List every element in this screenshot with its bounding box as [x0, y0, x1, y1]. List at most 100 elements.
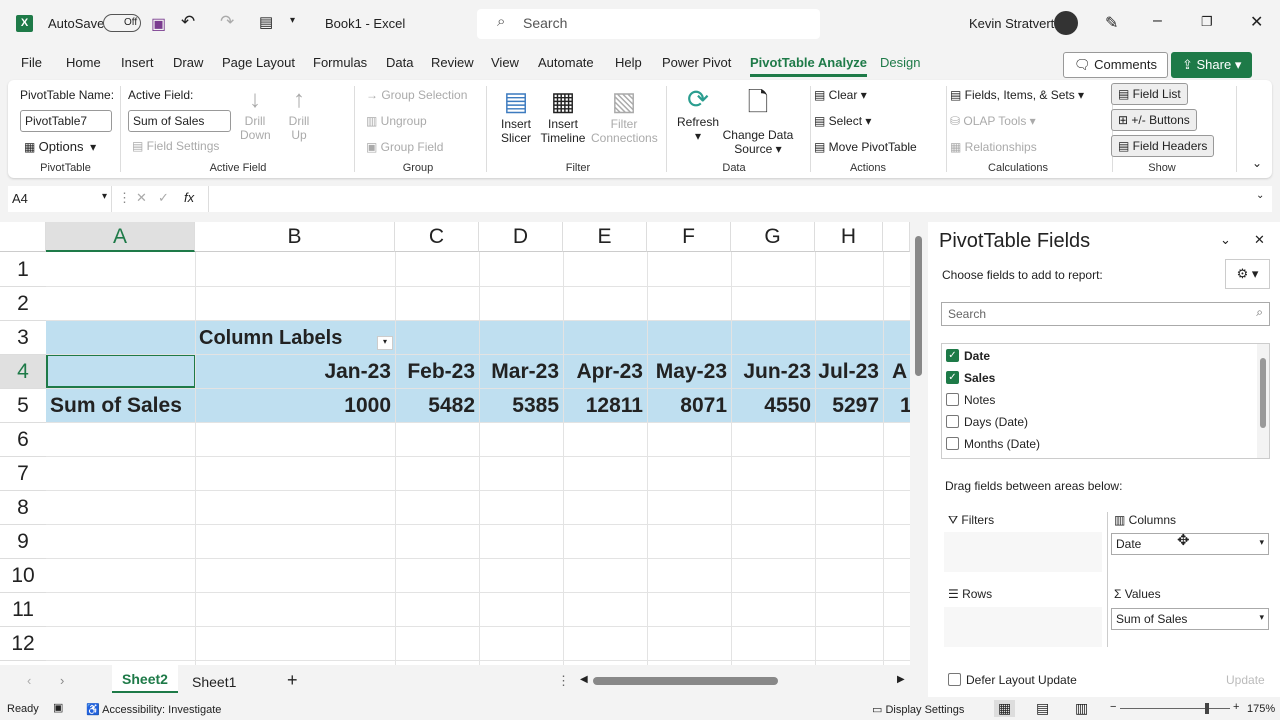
- zoom-slider[interactable]: [1120, 703, 1230, 714]
- select-all-corner[interactable]: [0, 222, 46, 252]
- name-box[interactable]: A4 ▾: [8, 186, 112, 212]
- minimize-icon[interactable]: –: [1153, 12, 1162, 30]
- tab-page-layout[interactable]: Page Layout: [222, 55, 295, 70]
- update-button[interactable]: Update: [1226, 673, 1265, 687]
- move-pivottable-button[interactable]: ▤ Move PivotTable: [814, 140, 917, 154]
- sheet-tab-sheet1[interactable]: Sheet1: [192, 674, 236, 690]
- column-header-b[interactable]: B: [195, 222, 395, 252]
- share-button[interactable]: ⇪ Share ▾: [1171, 52, 1253, 78]
- plus-minus-buttons-button[interactable]: ⊞ +/- Buttons: [1111, 109, 1197, 131]
- tab-design[interactable]: Design: [880, 55, 920, 70]
- ungroup-button[interactable]: ▥ Ungroup: [366, 114, 427, 128]
- filter-connections-button[interactable]: ▧ Filter Connections: [591, 86, 658, 145]
- row-header-2[interactable]: 2: [0, 287, 46, 321]
- page-break-view-icon[interactable]: ▥: [1075, 700, 1088, 717]
- active-field-input[interactable]: Sum of Sales: [128, 110, 231, 132]
- field-settings-button[interactable]: ▤ Field Settings: [132, 139, 219, 153]
- expand-formula-icon[interactable]: ⌄: [1256, 190, 1264, 201]
- pane-options-icon[interactable]: ⌄: [1220, 232, 1231, 248]
- values-item-sum-of-sales[interactable]: Sum of Sales ▾: [1111, 608, 1269, 630]
- row-header-9[interactable]: 9: [0, 525, 46, 559]
- tab-formulas[interactable]: Formulas: [313, 55, 367, 70]
- search-box[interactable]: ⌕ Search: [477, 9, 820, 39]
- next-sheet-icon[interactable]: ›: [60, 673, 64, 688]
- tab-power-pivot[interactable]: Power Pivot: [662, 55, 731, 70]
- vertical-scroll-thumb[interactable]: [915, 236, 922, 376]
- undo-icon[interactable]: ↶: [181, 12, 195, 32]
- scroll-left-icon[interactable]: ◀: [580, 674, 588, 685]
- group-field-button[interactable]: ▣ Group Field: [366, 140, 443, 154]
- field-headers-button[interactable]: ▤ Field Headers: [1111, 135, 1215, 157]
- tab-help[interactable]: Help: [615, 55, 642, 70]
- zoom-in-icon[interactable]: +: [1233, 701, 1239, 713]
- comments-button[interactable]: 🗨 Comments: [1063, 52, 1168, 78]
- tab-file[interactable]: File: [21, 55, 42, 70]
- prev-sheet-icon[interactable]: ‹: [27, 673, 31, 688]
- tab-draw[interactable]: Draw: [173, 55, 203, 70]
- pen-icon[interactable]: ✎: [1105, 13, 1118, 33]
- relationships-button[interactable]: ▦ Relationships: [950, 140, 1037, 154]
- column-header-d[interactable]: D: [479, 222, 563, 252]
- insert-function-icon[interactable]: fx: [184, 190, 194, 205]
- vertical-scrollbar[interactable]: [910, 222, 928, 665]
- add-sheet-icon[interactable]: +: [287, 670, 298, 691]
- active-cell-a4[interactable]: [46, 354, 196, 388]
- row-header-5[interactable]: 5: [0, 389, 46, 423]
- row-header-3[interactable]: 3: [0, 321, 46, 355]
- field-list-scrollbar[interactable]: [1257, 344, 1269, 458]
- row-header-10[interactable]: 10: [0, 559, 46, 593]
- field-checkbox-months-date-[interactable]: [946, 437, 959, 450]
- field-checkbox-notes[interactable]: [946, 393, 959, 406]
- rows-drop-area[interactable]: [944, 607, 1102, 647]
- column-labels-filter-icon[interactable]: ▾: [377, 336, 393, 350]
- row-header-1[interactable]: 1: [0, 253, 46, 287]
- accessibility-button[interactable]: ♿ Accessibility: Investigate: [86, 703, 221, 716]
- field-list-button[interactable]: ▤ Field List: [1111, 83, 1188, 105]
- defer-layout-checkbox[interactable]: [948, 673, 961, 686]
- columns-item-date[interactable]: Date ▾: [1111, 533, 1269, 555]
- fields-items-sets-button[interactable]: ▤ Fields, Items, & Sets ▾: [950, 88, 1084, 102]
- row-header-8[interactable]: 8: [0, 491, 46, 525]
- tab-automate[interactable]: Automate: [538, 55, 594, 70]
- redo-icon[interactable]: ↷: [220, 12, 234, 32]
- autosave-toggle[interactable]: Off: [103, 14, 141, 32]
- restore-icon[interactable]: ❐: [1201, 14, 1213, 30]
- filters-drop-area[interactable]: [944, 532, 1102, 572]
- worksheet-grid[interactable]: Column Labels ▾ Sum of Sales ABCDEFGH123…: [0, 222, 910, 665]
- row-header-6[interactable]: 6: [0, 423, 46, 457]
- customize-qat-icon[interactable]: ▾: [290, 15, 295, 26]
- pane-close-icon[interactable]: ✕: [1254, 232, 1265, 248]
- close-icon[interactable]: ✕: [1250, 12, 1263, 32]
- row-header-7[interactable]: 7: [0, 457, 46, 491]
- zoom-out-icon[interactable]: −: [1110, 701, 1116, 713]
- pivottable-name-input[interactable]: PivotTable7: [20, 110, 112, 132]
- column-header-e[interactable]: E: [563, 222, 647, 252]
- olap-tools-button[interactable]: ⛁ OLAP Tools ▾: [950, 114, 1036, 128]
- group-selection-button[interactable]: → Group Selection: [366, 88, 467, 102]
- zoom-level[interactable]: 175%: [1247, 703, 1275, 715]
- sheet-tab-sheet2[interactable]: Sheet2: [112, 665, 178, 693]
- drill-down-button[interactable]: ↓ Drill Down: [240, 86, 271, 142]
- field-checkbox-days-date-[interactable]: [946, 415, 959, 428]
- insert-timeline-button[interactable]: ▦ Insert Timeline: [540, 86, 586, 145]
- horizontal-scroll-thumb[interactable]: [593, 677, 778, 685]
- column-header-f[interactable]: F: [647, 222, 731, 252]
- save-icon[interactable]: ▣: [151, 14, 166, 34]
- tab-data[interactable]: Data: [386, 55, 413, 70]
- field-checkbox-date[interactable]: ✓: [946, 349, 959, 362]
- collapse-ribbon-icon[interactable]: ⌄: [1252, 156, 1262, 170]
- display-settings-button[interactable]: ▭ Display Settings: [872, 703, 964, 716]
- refresh-button[interactable]: ⟳ Refresh ▾: [676, 84, 720, 143]
- column-header-g[interactable]: G: [731, 222, 815, 252]
- field-search-input[interactable]: Search ⌕: [941, 302, 1270, 326]
- cancel-icon[interactable]: ✕: [136, 190, 147, 206]
- column-header-h[interactable]: H: [815, 222, 883, 252]
- column-header-a[interactable]: A: [46, 222, 195, 252]
- row-header-12[interactable]: 12: [0, 627, 46, 661]
- clear-button[interactable]: ▤ Clear ▾: [814, 88, 867, 102]
- tab-insert[interactable]: Insert: [121, 55, 154, 70]
- tools-gear-icon[interactable]: ⚙ ▾: [1225, 259, 1270, 289]
- page-layout-view-icon[interactable]: ▤: [1036, 700, 1049, 717]
- normal-view-icon[interactable]: ▦: [994, 700, 1016, 717]
- enter-icon[interactable]: ✓: [158, 190, 169, 206]
